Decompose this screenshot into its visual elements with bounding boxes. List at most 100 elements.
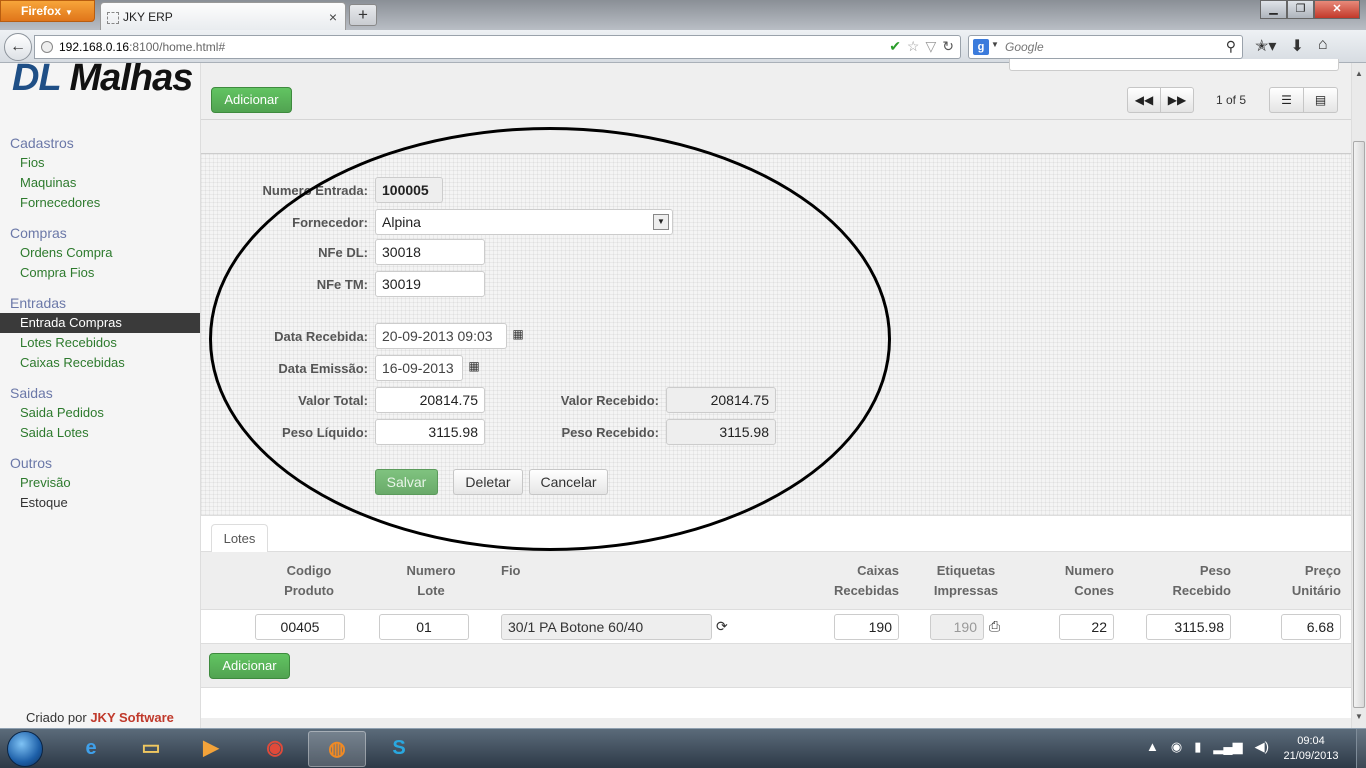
print-icon[interactable]: ⎙	[989, 618, 1000, 635]
col-fio: Fio	[501, 563, 521, 578]
url-bar[interactable]: 192.168.0.16:8100/home.html# ✔ ☆ ▽ ↻	[34, 35, 961, 59]
show-desktop-button[interactable]	[1356, 729, 1366, 768]
firefox-menu-button[interactable]: Firefox ▼	[0, 0, 95, 22]
restore-icon[interactable]: ❐	[1287, 0, 1314, 19]
show-hidden-icons-icon[interactable]: ▲	[1146, 739, 1159, 755]
tab-title: JKY ERP	[123, 10, 173, 24]
close-tab-icon[interactable]: ×	[329, 9, 337, 25]
data-emissao-input[interactable]: 16-09-2013	[375, 355, 463, 381]
vertical-scrollbar[interactable]: ▲ ▼	[1351, 63, 1366, 728]
nfe-dl-input[interactable]: 30018	[375, 239, 485, 265]
sidebar-item-fios[interactable]: Fios	[0, 153, 200, 173]
sidebar-item-entrada-compras[interactable]: Entrada Compras	[0, 313, 200, 333]
nfe-dl-label: NFe DL:	[318, 245, 368, 260]
home-icon[interactable]: ⌂	[1318, 36, 1328, 56]
divider-band	[201, 120, 1351, 154]
form-view-icon[interactable]: ▤	[1303, 87, 1338, 113]
data-recebida-input[interactable]: 20-09-2013 09:03	[375, 323, 507, 349]
windows-taskbar: e ▭ ▶ ◉ ◍ S ▲ ◉ ▮ ▂▄▆ ◀) 09:04 21/09/201…	[0, 728, 1366, 768]
sidebar-item-saida-lotes[interactable]: Saida Lotes	[0, 423, 200, 443]
empty-area	[201, 688, 1351, 718]
google-icon[interactable]: g	[973, 39, 989, 55]
sidebar-item-estoque[interactable]: Estoque	[0, 493, 200, 513]
battery-icon[interactable]: ▮	[1194, 739, 1201, 755]
sidebar-item-caixas-recebidas[interactable]: Caixas Recebidas	[0, 353, 200, 373]
valor-total-input[interactable]: 20814.75	[375, 387, 485, 413]
sidebar-item-fornecedores[interactable]: Fornecedores	[0, 193, 200, 213]
back-arrow-icon[interactable]: ←	[4, 33, 32, 61]
check-circle-icon[interactable]: ✔	[889, 38, 901, 55]
sidebar-item-saida-pedidos[interactable]: Saida Pedidos	[0, 403, 200, 423]
logo-prefix: DL	[12, 63, 61, 99]
media-player-icon[interactable]: ▶	[182, 731, 240, 767]
peso-recebido-input[interactable]: 3115.98	[1146, 614, 1231, 640]
bookmarks-icon[interactable]: ✭▾	[1255, 36, 1276, 56]
top-search-field[interactable]	[1009, 59, 1339, 71]
search-input[interactable]: g ▼ Google ⚲	[968, 35, 1243, 59]
new-tab-button[interactable]: +	[349, 4, 377, 26]
valor-recebido-value: 20814.75	[666, 387, 776, 413]
sidebar-item-ordens-compra[interactable]: Ordens Compra	[0, 243, 200, 263]
chevron-down-icon[interactable]: ▼	[653, 214, 669, 230]
sidebar-item-previsao[interactable]: Previsão	[0, 473, 200, 493]
col-preco-unitario: Preço Unitário	[1291, 563, 1341, 598]
credit-prefix: Criado por	[26, 710, 87, 725]
download-icon[interactable]: ⬇	[1290, 36, 1303, 56]
caixas-recebidas-input[interactable]: 190	[834, 614, 899, 640]
firefox-menu-label: Firefox	[21, 4, 62, 18]
next-page-icon[interactable]: ▶▶	[1160, 87, 1194, 113]
taskbar-clock[interactable]: 09:04 21/09/2013	[1276, 734, 1346, 764]
delete-button[interactable]: Deletar	[453, 469, 523, 495]
save-button[interactable]: Salvar	[375, 469, 438, 495]
internet-explorer-icon[interactable]: e	[62, 731, 120, 767]
scrollbar-thumb[interactable]	[1353, 141, 1365, 708]
numero-cones-input[interactable]: 22	[1059, 614, 1114, 640]
tab-lotes[interactable]: Lotes	[211, 524, 268, 553]
browser-tab[interactable]: JKY ERP ×	[100, 2, 346, 30]
previous-page-icon[interactable]: ◀◀	[1127, 87, 1161, 113]
refresh-icon[interactable]: ⟳	[716, 618, 728, 635]
col-numero-lote: Numero Lote	[406, 563, 456, 598]
start-button[interactable]	[7, 731, 43, 767]
url-host: 192.168.0.16	[59, 40, 130, 54]
cancel-button[interactable]: Cancelar	[529, 469, 608, 495]
file-explorer-icon[interactable]: ▭	[122, 731, 180, 767]
add-button[interactable]: Adicionar	[211, 87, 292, 113]
add-lote-button[interactable]: Adicionar	[209, 653, 290, 679]
sidebar-item-compra-fios[interactable]: Compra Fios	[0, 263, 200, 283]
volume-icon[interactable]: ◀)	[1255, 739, 1269, 755]
sidebar-item-lotes-recebidos[interactable]: Lotes Recebidos	[0, 333, 200, 353]
scroll-down-icon[interactable]: ▼	[1352, 710, 1366, 724]
list-view-icon[interactable]: ☰	[1269, 87, 1304, 113]
sidebar-group-compras: Compras	[10, 225, 67, 241]
calendar-icon[interactable]: ▦	[507, 322, 529, 348]
sidebar-item-maquinas[interactable]: Maquinas	[0, 173, 200, 193]
bookmark-star-icon[interactable]: ☆	[907, 38, 920, 55]
dropdown-arrow-icon[interactable]: ▽	[925, 38, 936, 55]
signal-icon[interactable]: ▂▄▆	[1213, 739, 1242, 755]
fornecedor-select[interactable]: Alpina ▼	[375, 209, 673, 235]
close-window-icon[interactable]: ✕	[1314, 0, 1360, 19]
peso-liquido-input[interactable]: 3115.98	[375, 419, 485, 445]
numero-lote-input[interactable]: 01	[379, 614, 469, 640]
skype-icon[interactable]: S	[370, 731, 428, 767]
search-icon[interactable]: ⚲	[1226, 38, 1236, 55]
nfe-tm-input[interactable]: 30019	[375, 271, 485, 297]
chevron-down-icon[interactable]: ▼	[991, 40, 999, 49]
calendar-icon[interactable]: ▦	[463, 354, 485, 380]
firefox-icon[interactable]: ◍	[308, 731, 366, 767]
peso-recebido-label: Peso Recebido:	[561, 425, 659, 440]
sidebar: DL Malhas Cadastros Fios Maquinas Fornec…	[0, 63, 201, 728]
preco-unitario-input[interactable]: 6.68	[1281, 614, 1341, 640]
chrome-icon[interactable]: ◉	[246, 731, 304, 767]
lotes-tab-bar: Lotes	[201, 516, 1351, 553]
logo[interactable]: DL Malhas	[12, 63, 193, 100]
network-status-icon[interactable]: ◉	[1171, 739, 1182, 755]
minimize-icon[interactable]: ▁	[1260, 0, 1287, 19]
scroll-up-icon[interactable]: ▲	[1352, 67, 1366, 81]
reload-icon[interactable]: ↻	[942, 38, 954, 55]
credit-brand-link[interactable]: JKY Software	[90, 710, 174, 725]
lotes-table-header: Codigo Produto Numero Lote Fio Caixas Receb…	[201, 552, 1351, 610]
globe-icon	[41, 41, 53, 53]
codigo-produto-input[interactable]: 00405	[255, 614, 345, 640]
